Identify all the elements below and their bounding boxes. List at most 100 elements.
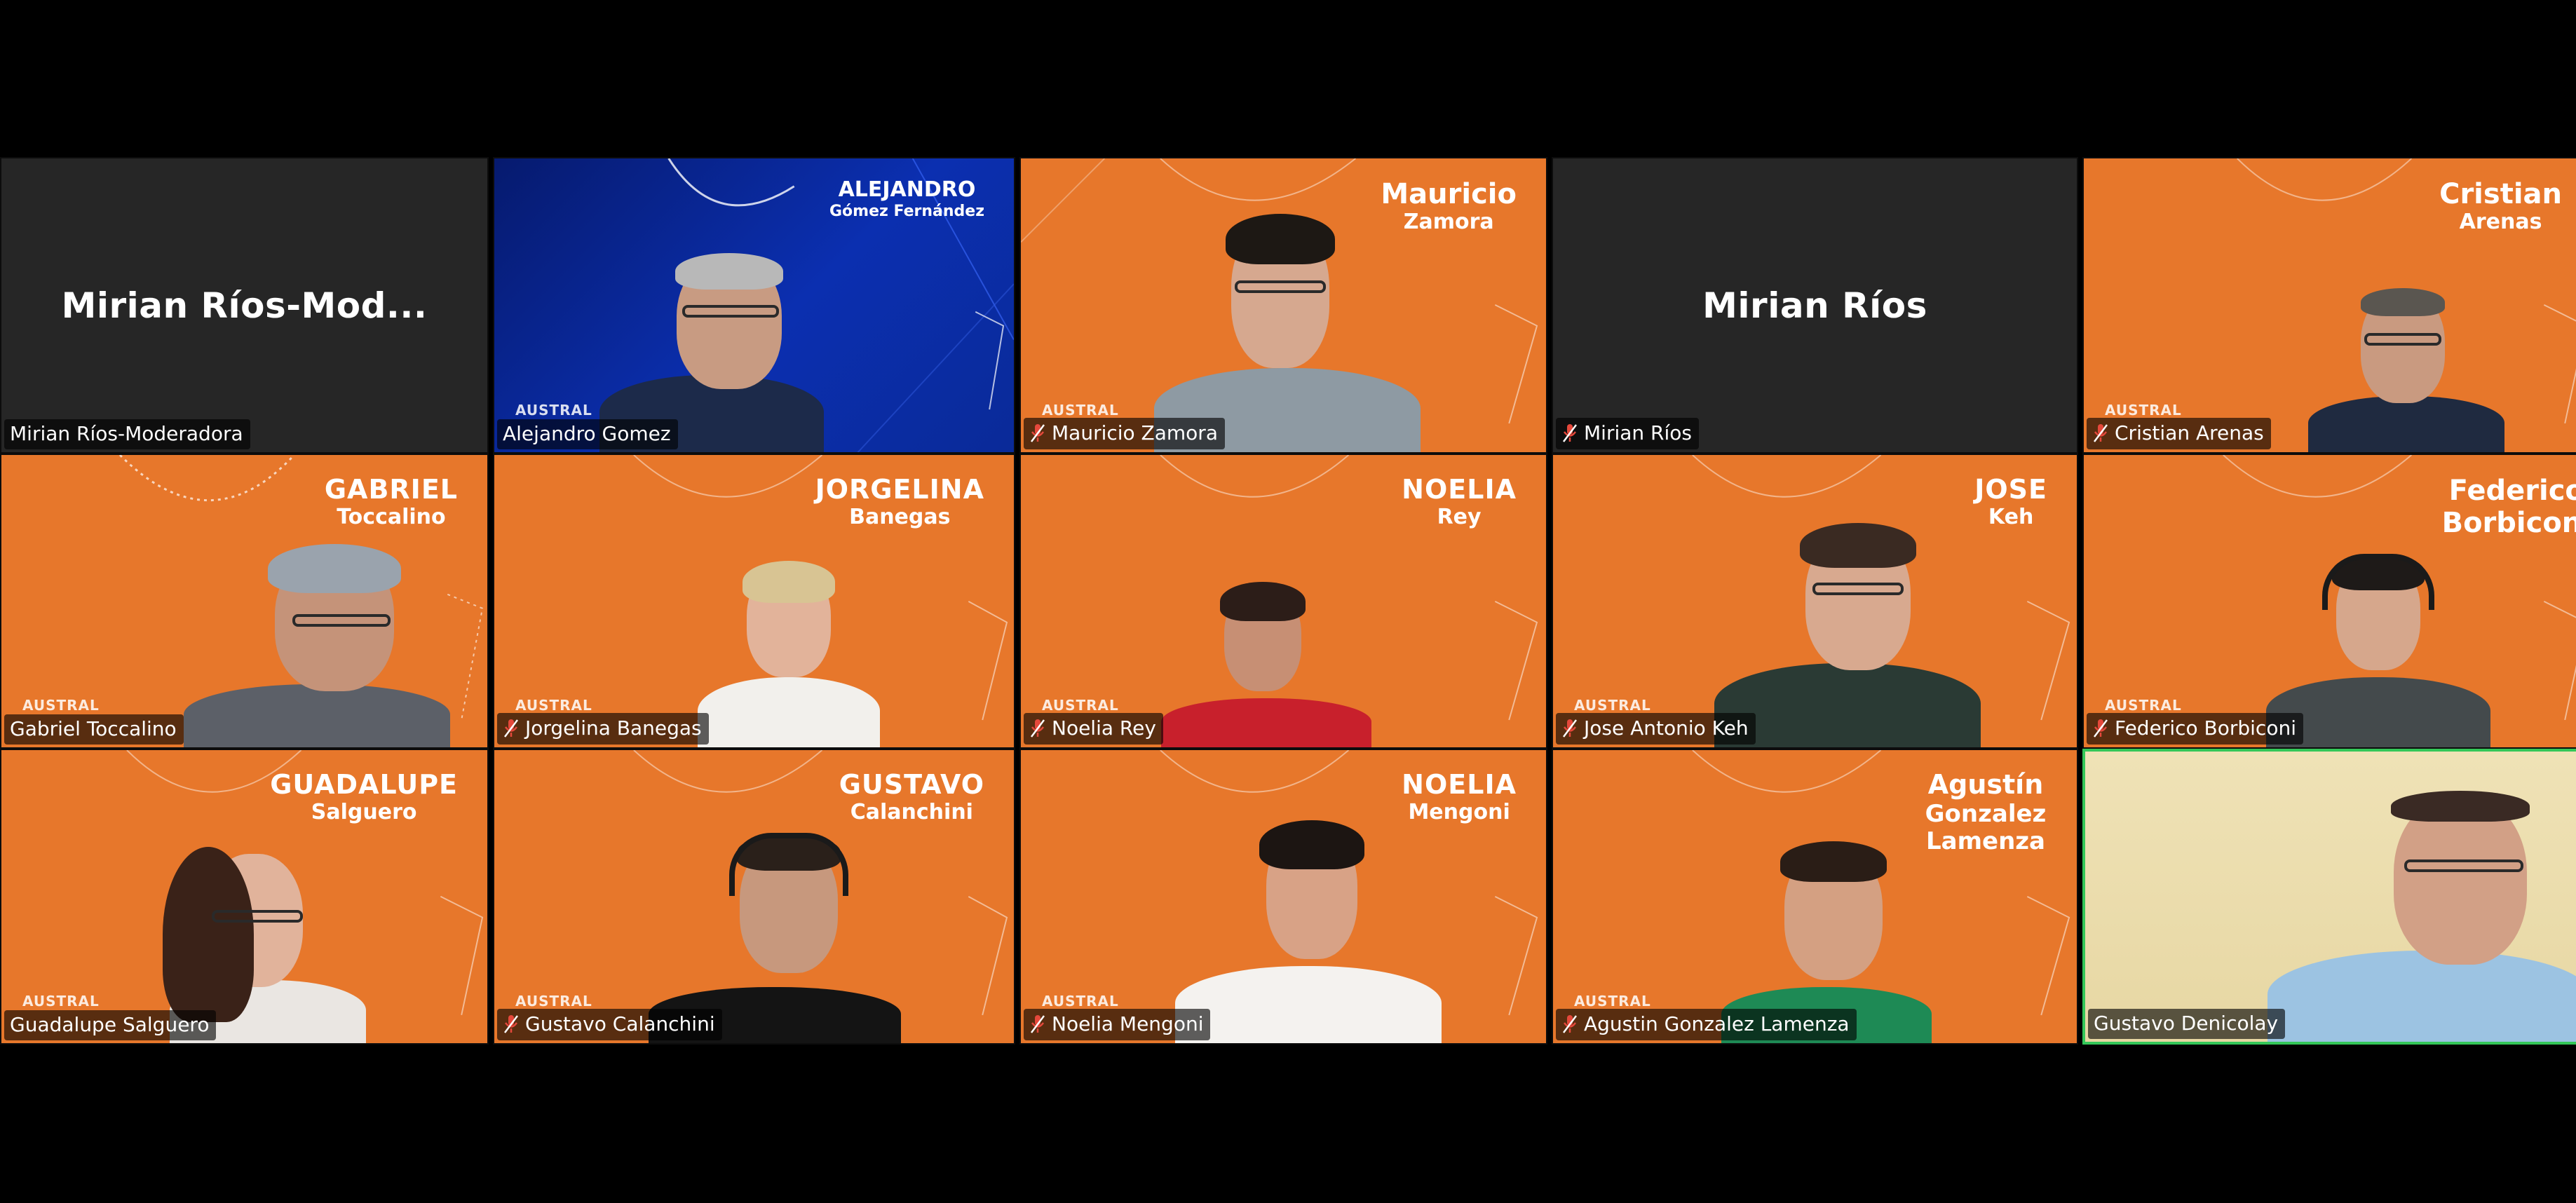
austral-logo: AUSTRAL bbox=[515, 402, 592, 419]
participant-display-name: Mirian Ríos bbox=[1702, 285, 1927, 326]
participant-name-label: Mirian Ríos-Moderadora bbox=[4, 419, 250, 449]
participant-name-text: Gustavo Denicolay bbox=[2094, 1012, 2279, 1035]
austral-logo: AUSTRAL bbox=[1042, 993, 1119, 1010]
participant-name-text: Mirian Ríos-Moderadora bbox=[10, 422, 243, 445]
mic-muted-icon bbox=[503, 1014, 520, 1035]
background-name-title: GUADALUPE Salguero bbox=[270, 769, 458, 824]
background-title-line2: Toccalino bbox=[337, 504, 446, 529]
background-name-title: Cristian Arenas bbox=[2439, 178, 2562, 235]
austral-logo: AUSTRAL bbox=[1574, 697, 1651, 714]
austral-logo: AUSTRAL bbox=[22, 697, 100, 714]
background-name-title: GABRIEL Toccalino bbox=[324, 474, 458, 529]
mic-muted-icon bbox=[1029, 1014, 1046, 1035]
participant-name-text: Mirian Ríos bbox=[1584, 421, 1692, 444]
participant-name-label: Jose Antonio Keh bbox=[1556, 713, 1756, 745]
mic-muted-icon bbox=[1561, 423, 1578, 444]
participant-name-label: Noelia Rey bbox=[1024, 713, 1163, 745]
background-name-title: Federico Borbiconi bbox=[2442, 475, 2576, 539]
participant-name-text: Jorgelina Banegas bbox=[525, 716, 702, 740]
background-title-line2: Rey bbox=[1437, 504, 1482, 529]
participant-tile-agustin-gonzalez-lamenza[interactable]: Agustín Gonzalez Lamenza AUSTRAL Agustin… bbox=[1552, 749, 2078, 1045]
participant-video bbox=[677, 544, 901, 747]
participant-tile-gabriel-toccalino[interactable]: GABRIEL Toccalino AUSTRAL Gabriel Toccal… bbox=[0, 454, 489, 749]
austral-logo-text: AUSTRAL bbox=[515, 697, 592, 714]
participant-name-label: Guadalupe Salguero bbox=[4, 1010, 217, 1040]
participant-tile-alejandro-gomez[interactable]: ALEJANDRO Gómez Fernández AUSTRAL Alejan… bbox=[493, 157, 1015, 454]
participant-tile-gustavo-calanchini[interactable]: GUSTAVO Calanchini AUSTRAL Gustavo Calan… bbox=[493, 749, 1015, 1045]
participant-video bbox=[177, 537, 471, 747]
mic-muted-icon bbox=[503, 718, 520, 739]
participant-name-text: Alejandro Gomez bbox=[503, 422, 671, 445]
background-title-line2: Borbiconi bbox=[2441, 507, 2576, 539]
participant-tile-cristian-arenas[interactable]: Cristian Arenas AUSTRAL Cristian Arenas bbox=[2082, 157, 2576, 454]
participant-video bbox=[1707, 509, 1988, 747]
austral-logo: AUSTRAL bbox=[2105, 697, 2182, 714]
participant-video bbox=[1161, 579, 1371, 747]
mic-muted-icon bbox=[2092, 423, 2109, 444]
mic-muted-icon bbox=[1561, 718, 1578, 739]
background-title-line1: NOELIA bbox=[1402, 474, 1517, 505]
background-title-line2: Arenas bbox=[2459, 210, 2542, 234]
participant-tile-noelia-mengoni[interactable]: NOELIA Mengoni AUSTRAL Noelia Mengoni bbox=[1019, 749, 1547, 1045]
background-title-line1: GUSTAVO bbox=[839, 769, 984, 800]
participant-name-label: Mauricio Zamora bbox=[1024, 418, 1225, 449]
participant-name-text: Agustin Gonzalez Lamenza bbox=[1584, 1012, 1850, 1035]
austral-logo-text: AUSTRAL bbox=[1042, 993, 1119, 1010]
participant-tile-mirian-rios[interactable]: Mirian Ríos Mirian Ríos bbox=[1552, 157, 2078, 454]
participant-name-text: Cristian Arenas bbox=[2115, 421, 2264, 444]
background-name-title: NOELIA Rey bbox=[1402, 474, 1517, 529]
background-title-line2: Banegas bbox=[849, 504, 951, 529]
participant-tile-gustavo-denicolay[interactable]: Gustavo Denicolay bbox=[2082, 749, 2576, 1045]
austral-logo-text: AUSTRAL bbox=[1042, 697, 1119, 714]
background-title-line1: JOSE bbox=[1974, 474, 2047, 505]
participant-name-label: Agustin Gonzalez Lamenza bbox=[1556, 1009, 1857, 1040]
mic-muted-icon bbox=[1561, 1014, 1578, 1035]
participant-tile-mirian-rios-moderadora[interactable]: Mirian Ríos-Mod... Mirian Ríos-Moderador… bbox=[0, 157, 489, 454]
participant-name-text: Federico Borbiconi bbox=[2115, 716, 2296, 740]
background-title-line1: Agustín bbox=[1927, 769, 2044, 800]
participant-tile-guadalupe-salguero[interactable]: GUADALUPE Salguero AUSTRAL Guadalupe Sal… bbox=[0, 749, 489, 1045]
mic-muted-icon bbox=[1029, 423, 1046, 444]
austral-logo-text: AUSTRAL bbox=[1574, 993, 1651, 1010]
austral-logo-text: AUSTRAL bbox=[2105, 402, 2182, 419]
austral-logo: AUSTRAL bbox=[1042, 402, 1119, 419]
video-gallery-grid: Mirian Ríos-Mod... Mirian Ríos-Moderador… bbox=[0, 157, 2576, 1045]
participant-video bbox=[599, 228, 824, 452]
background-name-title: GUSTAVO Calanchini bbox=[839, 769, 984, 824]
participant-tile-jose-antonio-keh[interactable]: JOSE Keh AUSTRAL Jose Antonio Keh bbox=[1552, 454, 2078, 749]
participant-name-text: Jose Antonio Keh bbox=[1584, 716, 1749, 740]
participant-name-label: Alejandro Gomez bbox=[497, 419, 678, 449]
participant-video bbox=[2294, 284, 2504, 452]
austral-logo: AUSTRAL bbox=[515, 697, 592, 714]
participant-name-label: Jorgelina Banegas bbox=[497, 713, 709, 745]
participant-name-text: Mauricio Zamora bbox=[1052, 421, 1218, 444]
participant-tile-jorgelina-banegas[interactable]: JORGELINA Banegas AUSTRAL Jorgelina Bane… bbox=[493, 454, 1015, 749]
background-title-line2: Salguero bbox=[311, 799, 417, 824]
participant-name-label: Federico Borbiconi bbox=[2087, 713, 2303, 745]
background-name-title: ALEJANDRO Gómez Fernández bbox=[829, 177, 984, 220]
austral-logo: AUSTRAL bbox=[22, 993, 100, 1010]
participant-name-text: Noelia Mengoni bbox=[1052, 1012, 1204, 1035]
participant-tile-federico-borbiconi[interactable]: Federico Borbiconi AUSTRAL Federico Borb… bbox=[2082, 454, 2576, 749]
participant-name-label: Gustavo Denicolay bbox=[2088, 1009, 2286, 1039]
austral-logo: AUSTRAL bbox=[1574, 993, 1651, 1010]
background-title-line1: GUADALUPE bbox=[270, 769, 458, 800]
participant-video bbox=[1133, 186, 1421, 452]
austral-logo-text: AUSTRAL bbox=[515, 993, 592, 1010]
austral-logo: AUSTRAL bbox=[1042, 697, 1119, 714]
participant-name-label: Gabriel Toccalino bbox=[4, 714, 184, 745]
participant-name-text: Guadalupe Salguero bbox=[10, 1013, 210, 1036]
participant-tile-mauricio-zamora[interactable]: Mauricio Zamora AUSTRAL Mauricio Zamora bbox=[1019, 157, 1547, 454]
participant-name-text: Gabriel Toccalino bbox=[10, 717, 177, 740]
austral-logo-text: AUSTRAL bbox=[515, 402, 592, 419]
background-title-line1: JORGELINA bbox=[815, 474, 984, 505]
austral-logo: AUSTRAL bbox=[2105, 402, 2182, 419]
background-title-line1: Cristian bbox=[2439, 178, 2562, 210]
austral-logo: AUSTRAL bbox=[515, 993, 592, 1010]
background-title-line1: GABRIEL bbox=[324, 474, 458, 505]
austral-logo-text: AUSTRAL bbox=[2105, 697, 2182, 714]
background-title-line1: NOELIA bbox=[1402, 769, 1517, 800]
participant-name-label: Cristian Arenas bbox=[2087, 418, 2271, 449]
participant-name-label: Mirian Ríos bbox=[1556, 418, 1699, 449]
participant-tile-noelia-rey[interactable]: NOELIA Rey AUSTRAL Noelia Rey bbox=[1019, 454, 1547, 749]
